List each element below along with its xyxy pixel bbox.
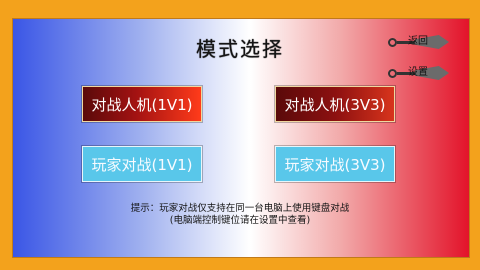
pvp-1v1-button[interactable]: 玩家对战(1V1)	[82, 146, 202, 182]
pvp-1v1-label: 玩家对战(1V1)	[91, 155, 193, 174]
ai-3v3-button[interactable]: 对战人机(3V3)	[275, 86, 395, 122]
back-label: 返回	[408, 36, 428, 47]
ai-1v1-button[interactable]: 对战人机(1V1)	[82, 86, 202, 122]
pvp-3v3-button[interactable]: 玩家对战(3V3)	[275, 146, 395, 182]
kunai-ring-icon	[388, 68, 397, 78]
hint-line-1: 提示：玩家对战仅支持在同一台电脑上使用键盘对战	[130, 203, 350, 214]
settings-button[interactable]: 设置	[388, 66, 449, 80]
hint-line-2: (电脑端控制键位请在设置中查看)	[169, 215, 311, 226]
ai-1v1-label: 对战人机(1V1)	[91, 95, 193, 114]
pvp-3v3-label: 玩家对战(3V3)	[284, 155, 386, 174]
settings-label: 设置	[408, 67, 428, 78]
kunai-ring-icon	[388, 37, 397, 47]
ai-3v3-label: 对战人机(3V3)	[284, 95, 386, 114]
back-button[interactable]: 返回	[388, 35, 449, 49]
